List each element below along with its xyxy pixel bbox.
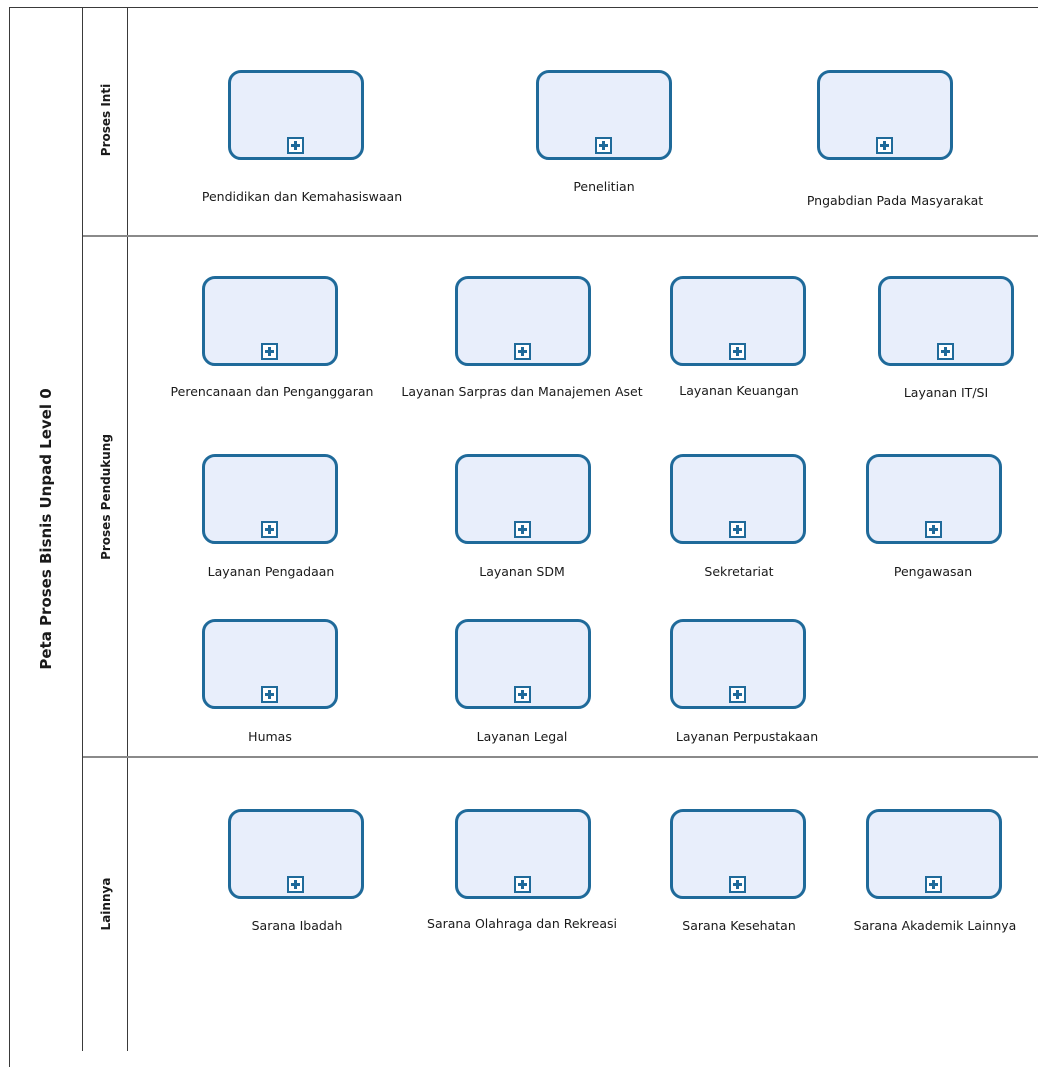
plus-square-icon <box>937 343 954 360</box>
lane-separator <box>83 235 1038 237</box>
plus-square-icon <box>729 686 746 703</box>
lane-title-lainnya: Lainnya <box>99 877 113 931</box>
task-label: Layanan Sarpras dan Manajemen Aset <box>401 384 643 399</box>
plus-square-icon <box>595 137 612 154</box>
plus-square-icon <box>514 876 531 893</box>
subprocess-layanan-pengadaan[interactable] <box>202 454 338 544</box>
lane-title-proses-inti: Proses Inti <box>99 83 113 157</box>
plus-square-icon <box>514 343 531 360</box>
plus-square-icon <box>925 876 942 893</box>
task-label: Pngabdian Pada Masyarakat <box>806 193 984 208</box>
plus-square-icon <box>925 521 942 538</box>
subprocess-layanan-legal[interactable] <box>455 619 591 709</box>
subprocess-layanan-sdm[interactable] <box>455 454 591 544</box>
subprocess-layanan-sarpras-dan-manajemen-aset[interactable] <box>455 276 591 366</box>
subprocess-sarana-kesehatan[interactable] <box>670 809 806 899</box>
pool-title: Peta Proses Bisnis Unpad Level 0 <box>37 388 55 670</box>
task-label: Humas <box>248 729 292 744</box>
task-label: Pengawasan <box>893 564 973 579</box>
subprocess-layanan-it-si[interactable] <box>878 276 1014 366</box>
plus-square-icon <box>514 521 531 538</box>
subprocess-sarana-olahraga-dan-rekreasi[interactable] <box>455 809 591 899</box>
plus-square-icon <box>261 521 278 538</box>
task-label: Layanan Perpustakaan <box>675 729 819 744</box>
subprocess-layanan-keuangan[interactable] <box>670 276 806 366</box>
task-label: Layanan Keuangan <box>679 383 799 398</box>
subprocess-penelitian[interactable] <box>536 70 672 160</box>
plus-square-icon <box>287 876 304 893</box>
plus-square-icon <box>514 686 531 703</box>
plus-square-icon <box>876 137 893 154</box>
task-label: Layanan Legal <box>476 729 568 744</box>
subprocess-layanan-perpustakaan[interactable] <box>670 619 806 709</box>
task-label: Layanan IT/SI <box>903 385 989 400</box>
subprocess-sarana-akademik-lainnya[interactable] <box>866 809 1002 899</box>
task-label: Sekretariat <box>704 564 774 579</box>
task-label: Sarana Ibadah <box>251 918 343 933</box>
task-label: Sarana Akademik Lainnya <box>853 918 1017 933</box>
subprocess-pendidikan-dan-kemahasiswaan[interactable] <box>228 70 364 160</box>
task-label: Sarana Kesehatan <box>682 918 796 933</box>
subprocess-pengawasan[interactable] <box>866 454 1002 544</box>
subprocess-perencanaan-dan-penganggaran[interactable] <box>202 276 338 366</box>
task-label: Layanan SDM <box>479 564 565 579</box>
subprocess-humas[interactable] <box>202 619 338 709</box>
plus-square-icon <box>261 686 278 703</box>
subprocess-sarana-ibadah[interactable] <box>228 809 364 899</box>
lane-separator <box>83 756 1038 758</box>
plus-square-icon <box>729 343 746 360</box>
subprocess-sekretariat[interactable] <box>670 454 806 544</box>
plus-square-icon <box>729 521 746 538</box>
lane-title-proses-pendukung: Proses Pendukung <box>99 434 113 560</box>
subprocess-pngabdian-pada-masyarakat[interactable] <box>817 70 953 160</box>
task-label: Sarana Olahraga dan Rekreasi <box>427 916 617 931</box>
plus-square-icon <box>729 876 746 893</box>
task-label: Penelitian <box>573 179 635 194</box>
plus-square-icon <box>261 343 278 360</box>
task-label: Perencanaan dan Penganggaran <box>170 384 374 399</box>
plus-square-icon <box>287 137 304 154</box>
task-label: Pendidikan dan Kemahasiswaan <box>201 189 403 204</box>
task-label: Layanan Pengadaan <box>207 564 335 579</box>
